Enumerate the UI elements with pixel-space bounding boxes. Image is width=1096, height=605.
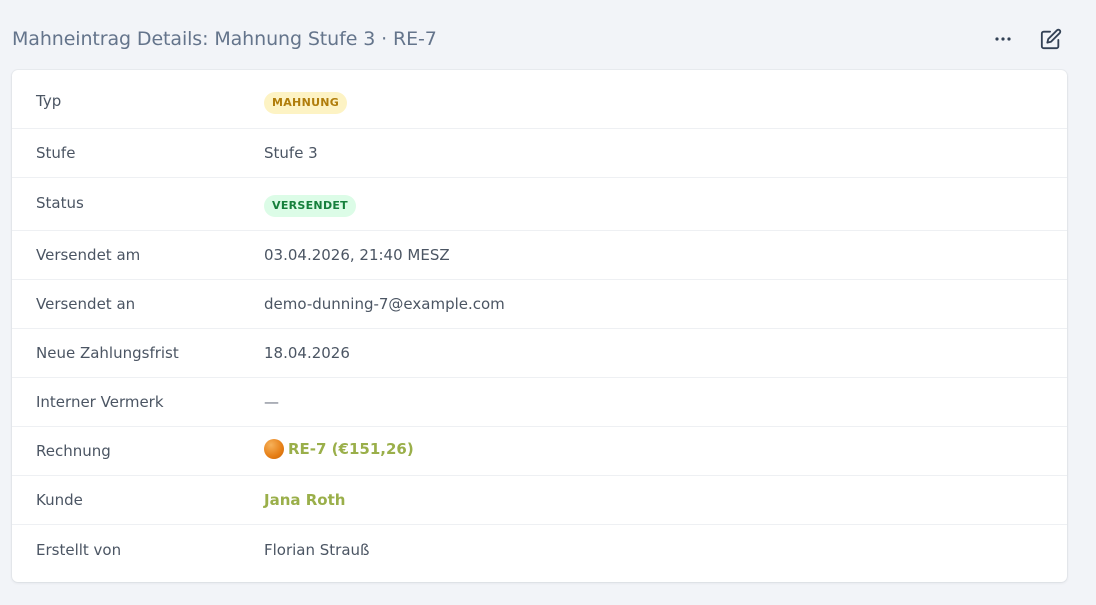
ellipsis-icon xyxy=(995,37,1011,41)
detail-value: demo-dunning-7@example.com xyxy=(264,295,505,313)
detail-row-rechnung: Rechnung RE-7 (€151,26) xyxy=(12,427,1067,476)
detail-value: RE-7 (€151,26) xyxy=(264,439,414,463)
detail-label: Status xyxy=(36,194,84,212)
detail-label: Versendet am xyxy=(36,246,141,264)
detail-label: Versendet an xyxy=(36,295,136,313)
detail-row-kunde: Kunde Jana Roth xyxy=(12,476,1067,525)
detail-value: 03.04.2026, 21:40 MESZ xyxy=(264,246,450,264)
detail-label: Erstellt von xyxy=(36,540,122,559)
detail-value: — xyxy=(264,393,279,411)
detail-value: VERSENDET xyxy=(264,191,356,217)
detail-value: Stufe 3 xyxy=(264,144,318,162)
detail-row-zahlungsfrist: Neue Zahlungsfrist 18.04.2026 xyxy=(12,329,1067,378)
more-actions-button[interactable] xyxy=(990,26,1016,52)
details-card: Typ MAHNUNG Stufe Stufe 3 Status VERSEND… xyxy=(12,70,1067,582)
customer-link[interactable]: Jana Roth xyxy=(264,491,345,509)
detail-label: Neue Zahlungsfrist xyxy=(36,344,179,362)
detail-value: MAHNUNG xyxy=(264,84,348,114)
detail-label: Kunde xyxy=(36,491,83,509)
detail-row-versendet-an: Versendet an demo-dunning-7@example.com xyxy=(12,280,1067,329)
header-actions xyxy=(990,26,1072,52)
detail-row-vermerk: Interner Vermerk — xyxy=(12,378,1067,427)
type-badge: MAHNUNG xyxy=(264,92,348,114)
detail-value: 18.04.2026 xyxy=(264,344,350,362)
page-header: Mahneintrag Details: Mahnung Stufe 3 · R… xyxy=(12,24,1072,54)
detail-value: Florian Strauß xyxy=(264,540,370,559)
orange-status-dot-icon xyxy=(264,439,284,459)
detail-label: Stufe xyxy=(36,144,76,162)
detail-row-status: Status VERSENDET xyxy=(12,178,1067,231)
edit-button[interactable] xyxy=(1038,26,1064,52)
invoice-link[interactable]: RE-7 (€151,26) xyxy=(264,439,414,459)
detail-label: Rechnung xyxy=(36,442,111,460)
detail-value: Jana Roth xyxy=(264,491,345,509)
detail-label: Typ xyxy=(36,92,62,110)
detail-label: Interner Vermerk xyxy=(36,393,164,411)
invoice-link-text: RE-7 (€151,26) xyxy=(288,440,414,458)
page-title: Mahneintrag Details: Mahnung Stufe 3 · R… xyxy=(12,28,437,50)
detail-row-typ: Typ MAHNUNG xyxy=(12,70,1067,129)
detail-row-stufe: Stufe Stufe 3 xyxy=(12,129,1067,178)
edit-icon xyxy=(1040,28,1062,50)
detail-row-erstellt-von: Erstellt von Florian Strauß xyxy=(12,525,1067,574)
detail-row-versendet-am: Versendet am 03.04.2026, 21:40 MESZ xyxy=(12,231,1067,280)
status-badge: VERSENDET xyxy=(264,195,356,217)
